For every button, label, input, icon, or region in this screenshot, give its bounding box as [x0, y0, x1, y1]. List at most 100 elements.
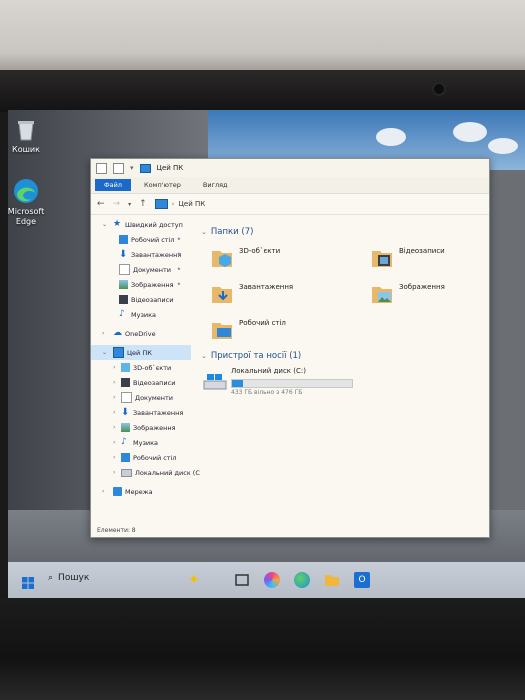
download-icon: ⬇ — [119, 249, 128, 260]
this-pc-icon — [154, 199, 168, 209]
windows-start-icon[interactable] — [22, 574, 34, 589]
folder-pictures[interactable]: Зображення — [371, 283, 445, 305]
folder-label: Робочий стіл — [239, 319, 286, 327]
webcam — [434, 84, 444, 94]
drive-icon — [121, 468, 132, 477]
folder-desktop[interactable]: Робочий стіл — [211, 319, 286, 341]
music-icon: ♪ — [119, 309, 125, 319]
document-icon — [121, 392, 132, 403]
group-header-folders[interactable]: ⌄ Папки (7) — [201, 227, 253, 237]
chevron-right-icon: › — [113, 424, 116, 431]
cloud-icon: ☁ — [113, 328, 122, 338]
breadcrumb[interactable]: › Цей ПК — [154, 199, 205, 209]
nav-item-documents[interactable]: Документи ⭑ — [91, 262, 191, 277]
chevron-down-icon: ⌄ — [201, 352, 207, 360]
navigation-pane: ⌄ ★ Швидкий доступ Робочий стіл ⭑ ⬇ Заван… — [91, 215, 200, 521]
nav-pc-item-desktop[interactable]: › Робочий стіл — [91, 450, 191, 465]
star-icon: ★ — [113, 219, 122, 229]
pin-icon: ⭑ — [177, 280, 181, 288]
file-explorer-window: ▾ Цей ПК Файл Комп'ютер Вигляд ← → ▾ ↑ ›… — [90, 158, 490, 538]
drive-usage-bar — [231, 379, 353, 388]
chevron-right-icon: › — [113, 454, 116, 461]
new-folder-icon[interactable] — [113, 162, 124, 174]
outlook-icon[interactable]: O — [354, 572, 370, 588]
pictures-icon — [119, 280, 128, 289]
nav-this-pc[interactable]: ⌄ Цей ПК — [91, 345, 191, 360]
nav-item-music[interactable]: ♪ Музика — [91, 307, 191, 322]
status-bar: Елементи: 8 — [97, 527, 136, 534]
up-button[interactable]: ↑ — [139, 199, 147, 209]
document-icon — [119, 264, 130, 275]
tab-view[interactable]: Вигляд — [194, 179, 237, 191]
this-pc-icon — [113, 347, 124, 358]
nav-pc-item-music[interactable]: › ♪ Музика — [91, 435, 191, 450]
recent-locations-button[interactable]: ▾ — [128, 201, 131, 208]
tab-computer[interactable]: Комп'ютер — [135, 179, 190, 191]
back-button[interactable]: ← — [97, 199, 105, 209]
desktop-icon-label: Кошик — [12, 145, 40, 154]
desktop-icon — [211, 319, 233, 341]
chevron-right-icon: › — [113, 379, 116, 386]
nav-pc-item-3d[interactable]: › 3D-об`єкти — [91, 360, 191, 375]
search-icon: ⌕ — [48, 573, 54, 583]
edge-icon[interactable] — [294, 572, 310, 588]
content-pane: ⌄ Папки (7) 3D-об`єкти Відеозаписи Заван… — [195, 215, 487, 521]
folder-label: Завантаження — [239, 283, 294, 291]
chevron-right-icon: › — [102, 330, 105, 337]
nav-pc-item-local-disk[interactable]: › Локальний диск (C — [91, 465, 200, 480]
folder-label: 3D-об`єкти — [239, 247, 281, 255]
screen: Кошик Microsoft Edge ▾ Цей ПК Файл Комп'… — [8, 110, 525, 600]
tab-file[interactable]: Файл — [95, 179, 131, 191]
recycle-bin-icon — [13, 116, 39, 142]
forward-button[interactable]: → — [113, 199, 121, 209]
drive-name: Локальний диск (C:) — [231, 367, 306, 375]
monitor-bezel-bottom — [0, 598, 525, 700]
nav-item-pictures[interactable]: Зображення ⭑ — [91, 277, 191, 292]
window-title: Цей ПК — [156, 164, 184, 172]
folder-3d-objects[interactable]: 3D-об`єкти — [211, 247, 280, 269]
folder-downloads[interactable]: Завантаження — [211, 283, 293, 305]
desktop-icon-recycle-bin[interactable]: Кошик — [8, 116, 50, 155]
nav-pc-item-videos[interactable]: › Відеозаписи — [91, 375, 191, 390]
videos-icon — [371, 247, 393, 269]
nav-item-desktop[interactable]: Робочий стіл ⭑ — [91, 232, 191, 247]
chevron-right-icon: › — [113, 409, 116, 416]
pictures-icon — [371, 283, 393, 305]
quick-access-dropdown-icon[interactable]: ▾ — [130, 164, 134, 172]
folder-label: Відеозаписи — [399, 247, 445, 255]
taskbar: ⌕ Пошук ✦ O — [8, 562, 525, 600]
network-icon — [113, 487, 122, 496]
title-bar: ▾ Цей ПК — [91, 159, 489, 177]
copilot-app-icon[interactable] — [264, 572, 280, 588]
nav-network[interactable]: › Мережа — [91, 484, 191, 499]
copilot-icon[interactable]: ✦ — [188, 572, 204, 588]
desktop-icon-edge[interactable]: Microsoft Edge — [8, 178, 50, 227]
download-icon — [211, 283, 233, 305]
nav-onedrive[interactable]: › ☁ OneDrive — [91, 326, 191, 341]
nav-quick-access[interactable]: ⌄ ★ Швидкий доступ — [91, 217, 191, 232]
task-view-icon[interactable] — [234, 572, 250, 588]
nav-item-downloads[interactable]: ⬇ Завантаження ⭑ — [91, 247, 191, 262]
nav-pc-item-downloads[interactable]: › ⬇ Завантаження — [91, 405, 191, 420]
pin-icon: ⭑ — [177, 265, 181, 273]
chevron-down-icon: ⌄ — [102, 221, 108, 228]
search-box[interactable]: ⌕ Пошук — [48, 573, 89, 583]
this-pc-icon — [139, 163, 151, 173]
ribbon-tabs: Файл Комп'ютер Вигляд — [91, 177, 489, 194]
nav-pc-item-documents[interactable]: › Документи — [91, 390, 191, 405]
properties-icon[interactable] — [96, 162, 107, 174]
folder-videos[interactable]: Відеозаписи — [371, 247, 445, 269]
pin-icon: ⭑ — [177, 250, 181, 258]
chevron-right-icon: › — [113, 469, 116, 476]
videos-icon — [119, 295, 128, 304]
nav-pc-item-pictures[interactable]: › Зображення — [91, 420, 191, 435]
explorer-body: ⌄ ★ Швидкий доступ Робочий стіл ⭑ ⬇ Заван… — [91, 215, 489, 521]
group-header-devices[interactable]: ⌄ Пристрої та носії (1) — [201, 351, 301, 361]
chevron-down-icon: ⌄ — [102, 349, 108, 356]
edge-icon — [13, 178, 39, 204]
nav-item-videos[interactable]: Відеозаписи — [91, 292, 191, 307]
drive-local-disk[interactable]: Локальний диск (C:) 433 ГБ вільно з 476 … — [203, 367, 363, 403]
download-icon: ⬇ — [121, 407, 130, 418]
background-wall — [0, 0, 525, 75]
file-explorer-icon[interactable] — [324, 572, 340, 588]
